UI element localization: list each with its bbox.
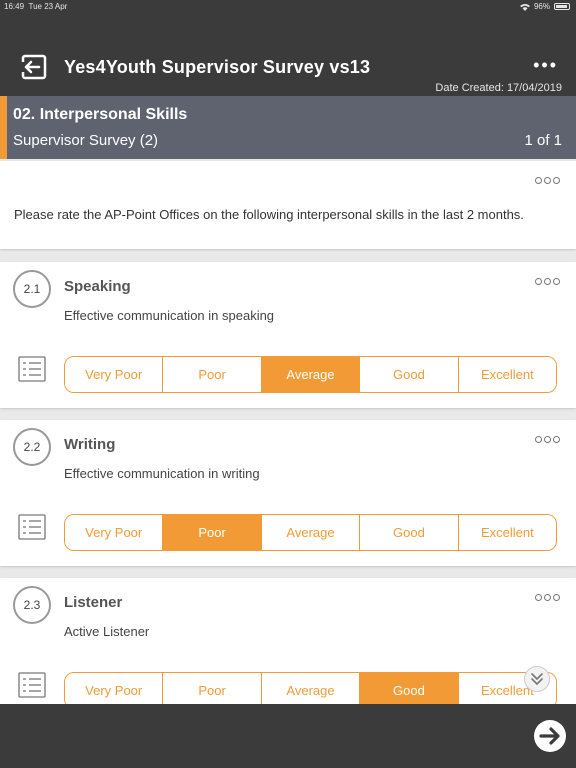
rating-average[interactable]: Average — [261, 357, 361, 392]
exit-arrow-icon[interactable] — [20, 54, 48, 80]
options-icon[interactable] — [535, 436, 560, 443]
section-title: 02. Interpersonal Skills — [13, 106, 188, 123]
rating-group: Very Poor Poor Average Good Excellent — [64, 514, 557, 551]
question-description: Effective communication in speaking — [64, 308, 275, 323]
status-indicators: 96% — [519, 2, 570, 11]
rating-poor[interactable]: Poor — [163, 673, 262, 708]
list-icon[interactable] — [18, 672, 46, 698]
question-title: Listener — [64, 594, 123, 611]
chevron-double-down-icon — [531, 673, 543, 685]
rating-average[interactable]: Average — [261, 673, 361, 708]
rating-very-poor[interactable]: Very Poor — [65, 357, 164, 392]
scroll-down-button[interactable] — [524, 666, 550, 692]
status-date: Tue 23 Apr — [28, 2, 68, 11]
page-indicator: 1 of 1 — [524, 132, 562, 149]
question-title: Writing — [64, 436, 116, 453]
options-icon[interactable] — [535, 278, 560, 285]
status-time-date: 16:49 Tue 23 Apr — [4, 2, 67, 11]
rating-poor[interactable]: Poor — [163, 357, 262, 392]
section-subtitle: Supervisor Survey (2) — [13, 132, 159, 149]
battery-percent: 96% — [533, 2, 550, 11]
footer-bar — [0, 704, 576, 768]
rating-excellent[interactable]: Excellent — [458, 357, 556, 392]
rating-very-poor[interactable]: Very Poor — [65, 673, 164, 708]
list-icon[interactable] — [18, 514, 46, 540]
rating-good[interactable]: Good — [360, 515, 459, 550]
date-created: Date Created: 17/04/2019 — [435, 82, 562, 94]
question-number: 2.3 — [13, 586, 51, 624]
question-description: Effective communication in writing — [64, 466, 260, 481]
rating-very-poor[interactable]: Very Poor — [65, 515, 164, 550]
more-menu-button[interactable]: ••• — [533, 56, 558, 74]
question-card-2-1: 2.1 Speaking Effective communication in … — [0, 262, 576, 408]
question-description: Active Listener — [64, 624, 150, 639]
intro-text: Please rate the AP-Point Offices on the … — [14, 207, 524, 222]
rating-good[interactable]: Good — [360, 673, 459, 708]
wifi-icon — [519, 3, 530, 11]
status-bar: 16:49 Tue 23 Apr 96% — [0, 0, 576, 14]
rating-excellent[interactable]: Excellent — [458, 515, 556, 550]
question-card-2-2: 2.2 Writing Effective communication in w… — [0, 420, 576, 566]
question-number: 2.2 — [13, 428, 51, 466]
rating-good[interactable]: Good — [360, 357, 459, 392]
battery-icon — [554, 3, 570, 10]
list-icon[interactable] — [18, 356, 46, 382]
options-icon[interactable] — [535, 594, 560, 601]
rating-poor[interactable]: Poor — [163, 515, 262, 550]
rating-group: Very Poor Poor Average Good Excellent — [64, 356, 557, 393]
section-header: 02. Interpersonal Skills Supervisor Surv… — [0, 96, 576, 159]
app-header: Yes4Youth Supervisor Survey vs13 ••• Dat… — [0, 14, 576, 96]
options-icon[interactable] — [535, 177, 560, 184]
survey-title: Yes4Youth Supervisor Survey vs13 — [64, 57, 371, 77]
question-card-2-3: 2.3 Listener Active Listener Very Poor P… — [0, 578, 576, 724]
intro-card: Please rate the AP-Point Offices on the … — [0, 161, 576, 249]
status-time: 16:49 — [4, 2, 25, 11]
arrow-right-circle-icon[interactable] — [533, 719, 567, 753]
rating-average[interactable]: Average — [261, 515, 361, 550]
question-title: Speaking — [64, 278, 131, 295]
question-number: 2.1 — [13, 270, 51, 308]
